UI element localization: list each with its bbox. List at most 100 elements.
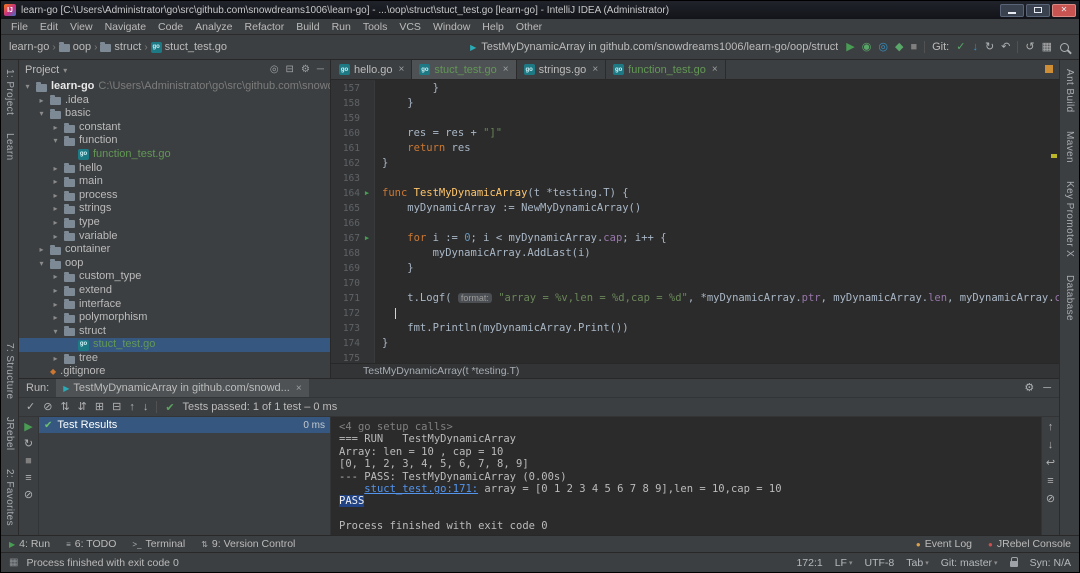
filter-passed-tests-icon[interactable]: ✓	[26, 402, 35, 413]
tree-arrow-icon[interactable]: ▸	[51, 270, 60, 284]
git-rollback-icon[interactable]: ↶	[1001, 42, 1010, 53]
debug-icon[interactable]: ◉	[862, 42, 872, 53]
lock-icon[interactable]	[1010, 561, 1018, 567]
soft-wrap-icon[interactable]: ↩	[1046, 458, 1055, 469]
tree-item-tree[interactable]: ▸tree	[19, 352, 330, 366]
tree-arrow-icon[interactable]: ▸	[51, 175, 60, 189]
tool-window-button-1-project[interactable]: 1: Project	[3, 60, 16, 124]
tree-arrow-icon[interactable]: ▸	[37, 243, 46, 257]
editor-tab-stuct-test-go[interactable]: gostuct_test.go×	[412, 60, 516, 79]
tool-window-button-maven[interactable]: Maven	[1063, 122, 1076, 172]
sort-alphabetically-icon[interactable]: ⇅	[60, 402, 69, 413]
editor-tab-function-test-go[interactable]: gofunction_test.go×	[606, 60, 726, 79]
minimize-button[interactable]	[1000, 4, 1024, 17]
tree-arrow-icon[interactable]: ▸	[51, 311, 60, 325]
tree-item-struct[interactable]: ▾struct	[19, 325, 330, 339]
run-test-gutter-icon[interactable]: ▶	[360, 231, 374, 246]
tree-item-variable[interactable]: ▸variable	[19, 230, 330, 244]
tree-arrow-icon[interactable]: ▸	[51, 202, 60, 216]
tree-arrow-icon[interactable]: ▸	[51, 121, 60, 135]
tool-window-button-key-promoter-x[interactable]: Key Promoter X	[1063, 172, 1076, 266]
caret-position-widget[interactable]: 172:1	[796, 557, 822, 569]
tool-window-button-6-todo[interactable]: ≡6: TODO	[66, 538, 116, 550]
sort-by-duration-icon[interactable]: ⇵	[78, 402, 87, 413]
tree-item-strings[interactable]: ▸strings	[19, 202, 330, 216]
run-tab[interactable]: ▶ TestMyDynamicArray in github.com/snowd…	[56, 379, 308, 397]
menu-item-view[interactable]: View	[64, 21, 99, 33]
tree-item-process[interactable]: ▸process	[19, 189, 330, 203]
console[interactable]: <4 go setup calls>=== RUN TestMyDynamicA…	[331, 417, 1041, 535]
settings-icon[interactable]: ⚙	[301, 65, 310, 75]
menu-item-build[interactable]: Build	[290, 21, 325, 33]
editor-tab-hello-go[interactable]: gohello.go×	[332, 60, 412, 79]
tool-window-button-learn[interactable]: Learn	[3, 124, 16, 170]
locate-file-icon[interactable]: ◎	[270, 65, 279, 75]
chevron-down-icon[interactable]: ▾	[63, 66, 67, 75]
tree-item-custom-type[interactable]: ▸custom_type	[19, 270, 330, 284]
history-icon[interactable]: ↺	[1025, 42, 1034, 53]
stop-icon[interactable]: ■	[910, 42, 917, 53]
breadcrumb-item-struct[interactable]: struct	[100, 41, 141, 53]
menu-item-tools[interactable]: Tools	[357, 21, 394, 33]
editor-scrollbar[interactable]	[1048, 80, 1059, 363]
tree-item-function[interactable]: ▾function	[19, 134, 330, 148]
console-link[interactable]: stuct_test.go:171:	[364, 483, 478, 495]
close-tab-icon[interactable]: ×	[399, 64, 405, 75]
tree-arrow-icon[interactable]: ▸	[51, 352, 60, 366]
rerun-failed-tests-icon[interactable]: ↻	[24, 439, 33, 450]
tree-item-extend[interactable]: ▸extend	[19, 284, 330, 298]
git-update-icon[interactable]: ↓	[972, 42, 978, 53]
tree-item-function-test-go[interactable]: gofunction_test.go	[19, 148, 330, 162]
hide-panel-icon[interactable]: ─	[1043, 383, 1051, 394]
editor-tab-strings-go[interactable]: gostrings.go×	[517, 60, 607, 79]
search-everywhere-icon[interactable]	[1060, 43, 1069, 52]
next-failed-test-icon[interactable]: ↓	[143, 402, 149, 413]
tree-item-gitignore[interactable]: ◆.gitignore	[19, 365, 330, 378]
previous-failed-test-icon[interactable]: ↑	[129, 402, 135, 413]
close-icon[interactable]: ×	[296, 383, 302, 394]
tool-window-button-event-log[interactable]: ●Event Log	[916, 538, 972, 550]
tree-arrow-icon[interactable]: ▾	[23, 80, 32, 94]
jump-to-top-icon[interactable]: ↑	[1048, 422, 1054, 433]
menu-item-window[interactable]: Window	[427, 21, 476, 33]
rerun-tests-icon[interactable]: ▶	[24, 422, 32, 433]
menu-item-vcs[interactable]: VCS	[393, 21, 427, 33]
tree-item-hello[interactable]: ▸hello	[19, 162, 330, 176]
tool-window-button-7-structure[interactable]: 7: Structure	[3, 334, 16, 409]
tree-item-stuct-test-go[interactable]: gostuct_test.go	[19, 338, 330, 352]
menu-item-navigate[interactable]: Navigate	[99, 21, 152, 33]
close-button[interactable]: ✕	[1052, 4, 1076, 17]
tree-arrow-icon[interactable]: ▸	[37, 94, 46, 108]
menu-item-refactor[interactable]: Refactor	[239, 21, 291, 33]
tree-item-type[interactable]: ▸type	[19, 216, 330, 230]
run-configuration-select[interactable]: ▶ TestMyDynamicArray in github.com/snowd…	[470, 41, 838, 53]
tool-window-button-2-favorites[interactable]: 2: Favorites	[3, 460, 16, 535]
tool-window-button-database[interactable]: Database	[1063, 266, 1076, 330]
tool-window-button-jrebel[interactable]: JRebel	[3, 408, 16, 460]
close-tab-icon[interactable]: ×	[712, 64, 718, 75]
inspections-widget-icon[interactable]	[1045, 65, 1053, 73]
breadcrumb-item-learn-go[interactable]: learn-go	[9, 41, 49, 53]
tree-arrow-icon[interactable]: ▾	[51, 134, 60, 148]
tree-item-learn-go[interactable]: ▾learn-goC:\Users\Administrator\go\src\g…	[19, 80, 330, 94]
run-icon[interactable]: ▶	[846, 42, 854, 53]
tool-window-button-9-version-control[interactable]: ⇅9: Version Control	[201, 538, 295, 550]
tree-item-main[interactable]: ▸main	[19, 175, 330, 189]
tree-arrow-icon[interactable]: ▾	[37, 257, 46, 271]
tool-window-button-jrebel-console[interactable]: ●JRebel Console	[988, 538, 1071, 550]
pin-icon[interactable]: ⊘	[24, 490, 33, 501]
run-test-gutter-icon[interactable]: ▶	[360, 186, 374, 201]
code-area[interactable]: 157 }158 }159160 res = res + "]"161 retu…	[331, 80, 1059, 363]
hide-panel-icon[interactable]: ─	[317, 65, 324, 75]
breadcrumb-item-stuct-test-go[interactable]: gostuct_test.go	[151, 41, 227, 53]
menu-item-edit[interactable]: Edit	[34, 21, 64, 33]
breadcrumb-item-oop[interactable]: oop	[59, 41, 91, 53]
indent-widget[interactable]: Tab ▾	[906, 557, 928, 569]
tool-window-button-4-run[interactable]: ▶4: Run	[9, 538, 50, 550]
maximize-button[interactable]	[1026, 4, 1050, 17]
tree-arrow-icon[interactable]: ▸	[51, 230, 60, 244]
tool-windows-icon[interactable]: ▦	[1042, 42, 1052, 53]
run-with-coverage-icon[interactable]: ◎	[878, 42, 888, 53]
profiler-icon[interactable]: ◆	[895, 42, 903, 53]
collapse-all-icon[interactable]: ⊟	[286, 65, 294, 75]
